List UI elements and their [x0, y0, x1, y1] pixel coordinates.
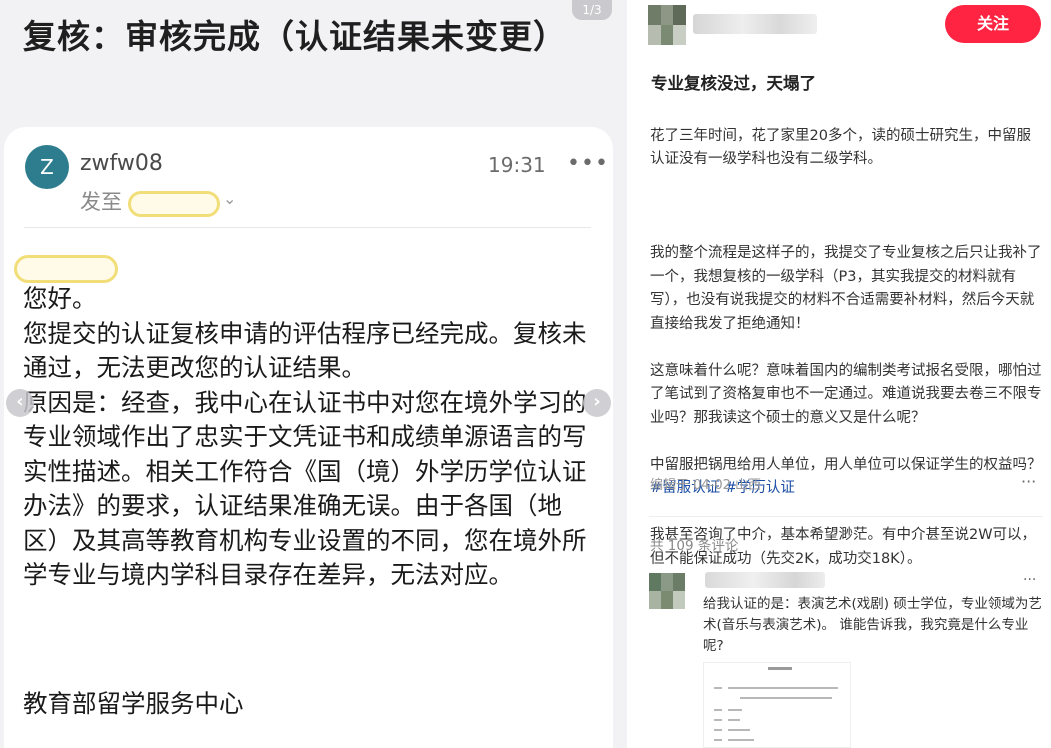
image-title: 复核：审核完成（认证结果未变更） [23, 17, 567, 56]
comment-count: 共 109 条评论 [650, 538, 739, 554]
post-paragraph: 我的整个流程是这样子的，我提交了专业复核之后只让我补了一个，我想复核的一级学科（… [650, 245, 1042, 332]
post-content: 花了三年时间，花了家里20多个，读的硕士研究生，中留服认证没有一级学科也没有二级… [650, 101, 1042, 595]
post-paragraph: 花了三年时间，花了家里20多个，读的硕士研究生，中留服认证没有一级学科也没有二级… [650, 127, 1031, 168]
chevron-left-icon[interactable]: ‹ [6, 389, 34, 417]
email-to-label: 发至 [80, 190, 122, 214]
post-meta: 编辑于 04-02 山西 [650, 478, 762, 493]
email-body: 您好。 您提交的认证复核申请的评估程序已经完成。复核未通过，无法更改您的认证结果… [23, 284, 587, 589]
chevron-down-icon: ⌄ [223, 189, 237, 208]
redaction-mark [128, 191, 220, 217]
email-card: Z zwfw08 19:31 ••• 发至 ⌄ 您好。 您提交的认证复核申请的评… [4, 127, 613, 748]
divider [649, 516, 1043, 517]
post-panel: 关注 专业复核没过，天塌了 花了三年时间，花了家里20多个，读的硕士研究生，中留… [627, 0, 1051, 748]
chevron-right-icon[interactable]: › [583, 389, 611, 417]
commenter-avatar[interactable] [649, 573, 685, 609]
comment-image[interactable] [703, 662, 851, 748]
more-dots-icon[interactable]: ··· [1023, 572, 1036, 588]
commenter-name[interactable] [705, 572, 825, 588]
email-time: 19:31 [488, 153, 546, 177]
divider [24, 227, 591, 228]
sender-avatar: Z [25, 145, 69, 189]
email-signature: 教育部留学服务中心 [23, 689, 244, 718]
post-paragraph [650, 195, 1042, 219]
follow-button[interactable]: 关注 [945, 5, 1041, 43]
post-paragraph: 这意味着什么呢？意味着国内的编制类考试报名受限，哪怕过了笔试到了资格复审也不一定… [650, 362, 1042, 426]
author-avatar[interactable] [648, 5, 686, 45]
redaction-mark [14, 255, 118, 283]
more-dots-icon[interactable]: ··· [1021, 472, 1036, 491]
image-viewer[interactable]: 1/3 复核：审核完成（认证结果未变更） Z zwfw08 19:31 ••• … [0, 0, 627, 748]
comment-text: 给我认证的是：表演艺术(戏剧) 硕士学位，专业领域为艺术(音乐与表演艺术)。 谁… [703, 596, 1042, 654]
more-dots-icon: ••• [567, 151, 609, 176]
email-sender: zwfw08 [80, 151, 163, 176]
post-title: 专业复核没过，天塌了 [651, 74, 816, 93]
author-name[interactable] [693, 14, 817, 34]
